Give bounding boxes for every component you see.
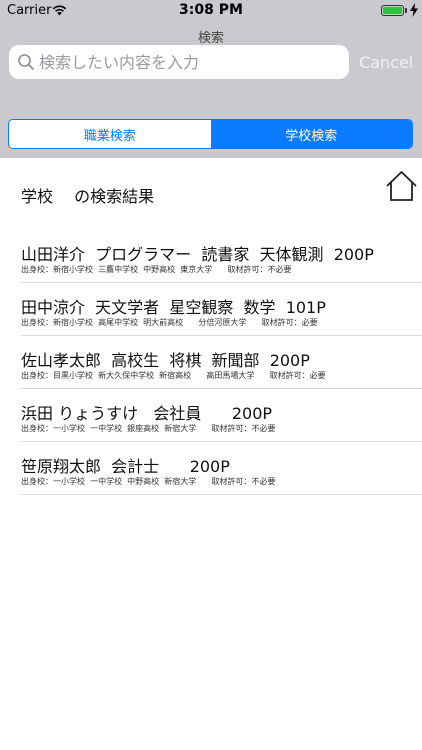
- battery-tip: [405, 8, 407, 13]
- result-title: 笹原翔太郎 会計士 200P: [21, 457, 230, 476]
- result-detail: 出身校：一小学校 一中学校 銀座高校 新宿大学 取材許可：不必要: [21, 424, 276, 433]
- search-input[interactable]: [39, 45, 339, 79]
- list-item[interactable]: 田中涼介 天文学者 星空観察 数学 101P 出身校：新宿小学校 高尾中学校 明…: [0, 283, 422, 336]
- charging-bolt-icon: [410, 3, 418, 17]
- result-detail: 出身校：目黒小学校 新大久保中学校 新宿高校 高田馬場大学 取材許可：必要: [21, 371, 326, 380]
- list-item[interactable]: 佐山孝太郎 高校生 将棋 新聞部 200P 出身校：目黒小学校 新大久保中学校 …: [0, 336, 422, 389]
- search-header: 検索 Cancel 職業検索 学校検索: [0, 22, 422, 158]
- result-title: 浜田 りょうすけ 会社員 200P: [21, 404, 273, 423]
- result-detail: 出身校：一小学校 一中学校 中野高校 新宿大学 取材許可：不必要: [21, 477, 276, 486]
- search-bar[interactable]: [9, 45, 349, 79]
- list-item[interactable]: 山田洋介 プログラマー 読書家 天体観測 200P 出身校：新宿小学校 三鷹中学…: [0, 230, 422, 283]
- list-item[interactable]: 浜田 りょうすけ 会社員 200P 出身校：一小学校 一中学校 銀座高校 新宿大…: [0, 389, 422, 442]
- battery-icon: [381, 5, 404, 16]
- cancel-button[interactable]: Cancel: [359, 53, 413, 72]
- segment-school-search[interactable]: 学校検索: [210, 120, 412, 148]
- list-item[interactable]: 笹原翔太郎 会計士 200P 出身校：一小学校 一中学校 中野高校 新宿大学 取…: [0, 442, 422, 495]
- results-list: 山田洋介 プログラマー 読書家 天体観測 200P 出身校：新宿小学校 三鷹中学…: [0, 230, 422, 495]
- clock: 3:08 PM: [179, 2, 243, 18]
- status-bar: Carrier 3:08 PM: [0, 0, 422, 22]
- result-title: 田中涼介 天文学者 星空観察 数学 101P: [21, 298, 326, 317]
- search-type-segmented-control: 職業検索 学校検索: [8, 119, 413, 149]
- result-title: 山田洋介 プログラマー 読書家 天体観測 200P: [21, 245, 374, 264]
- row-divider: [21, 494, 422, 495]
- result-detail: 出身校：新宿小学校 三鷹中学校 中野高校 東京大学 取材許可：不必要: [21, 265, 292, 274]
- result-detail: 出身校：新宿小学校 高尾中学校 明大前高校 分倍河原大学 取材許可：必要: [21, 318, 318, 327]
- home-icon[interactable]: [385, 170, 418, 202]
- page-title: 検索: [197, 31, 224, 46]
- results-header: 学校 の検索結果: [21, 187, 155, 206]
- segment-job-search[interactable]: 職業検索: [9, 120, 211, 148]
- result-title: 佐山孝太郎 高校生 将棋 新聞部 200P: [21, 351, 310, 370]
- battery-level: [383, 7, 402, 14]
- search-icon: [18, 54, 34, 70]
